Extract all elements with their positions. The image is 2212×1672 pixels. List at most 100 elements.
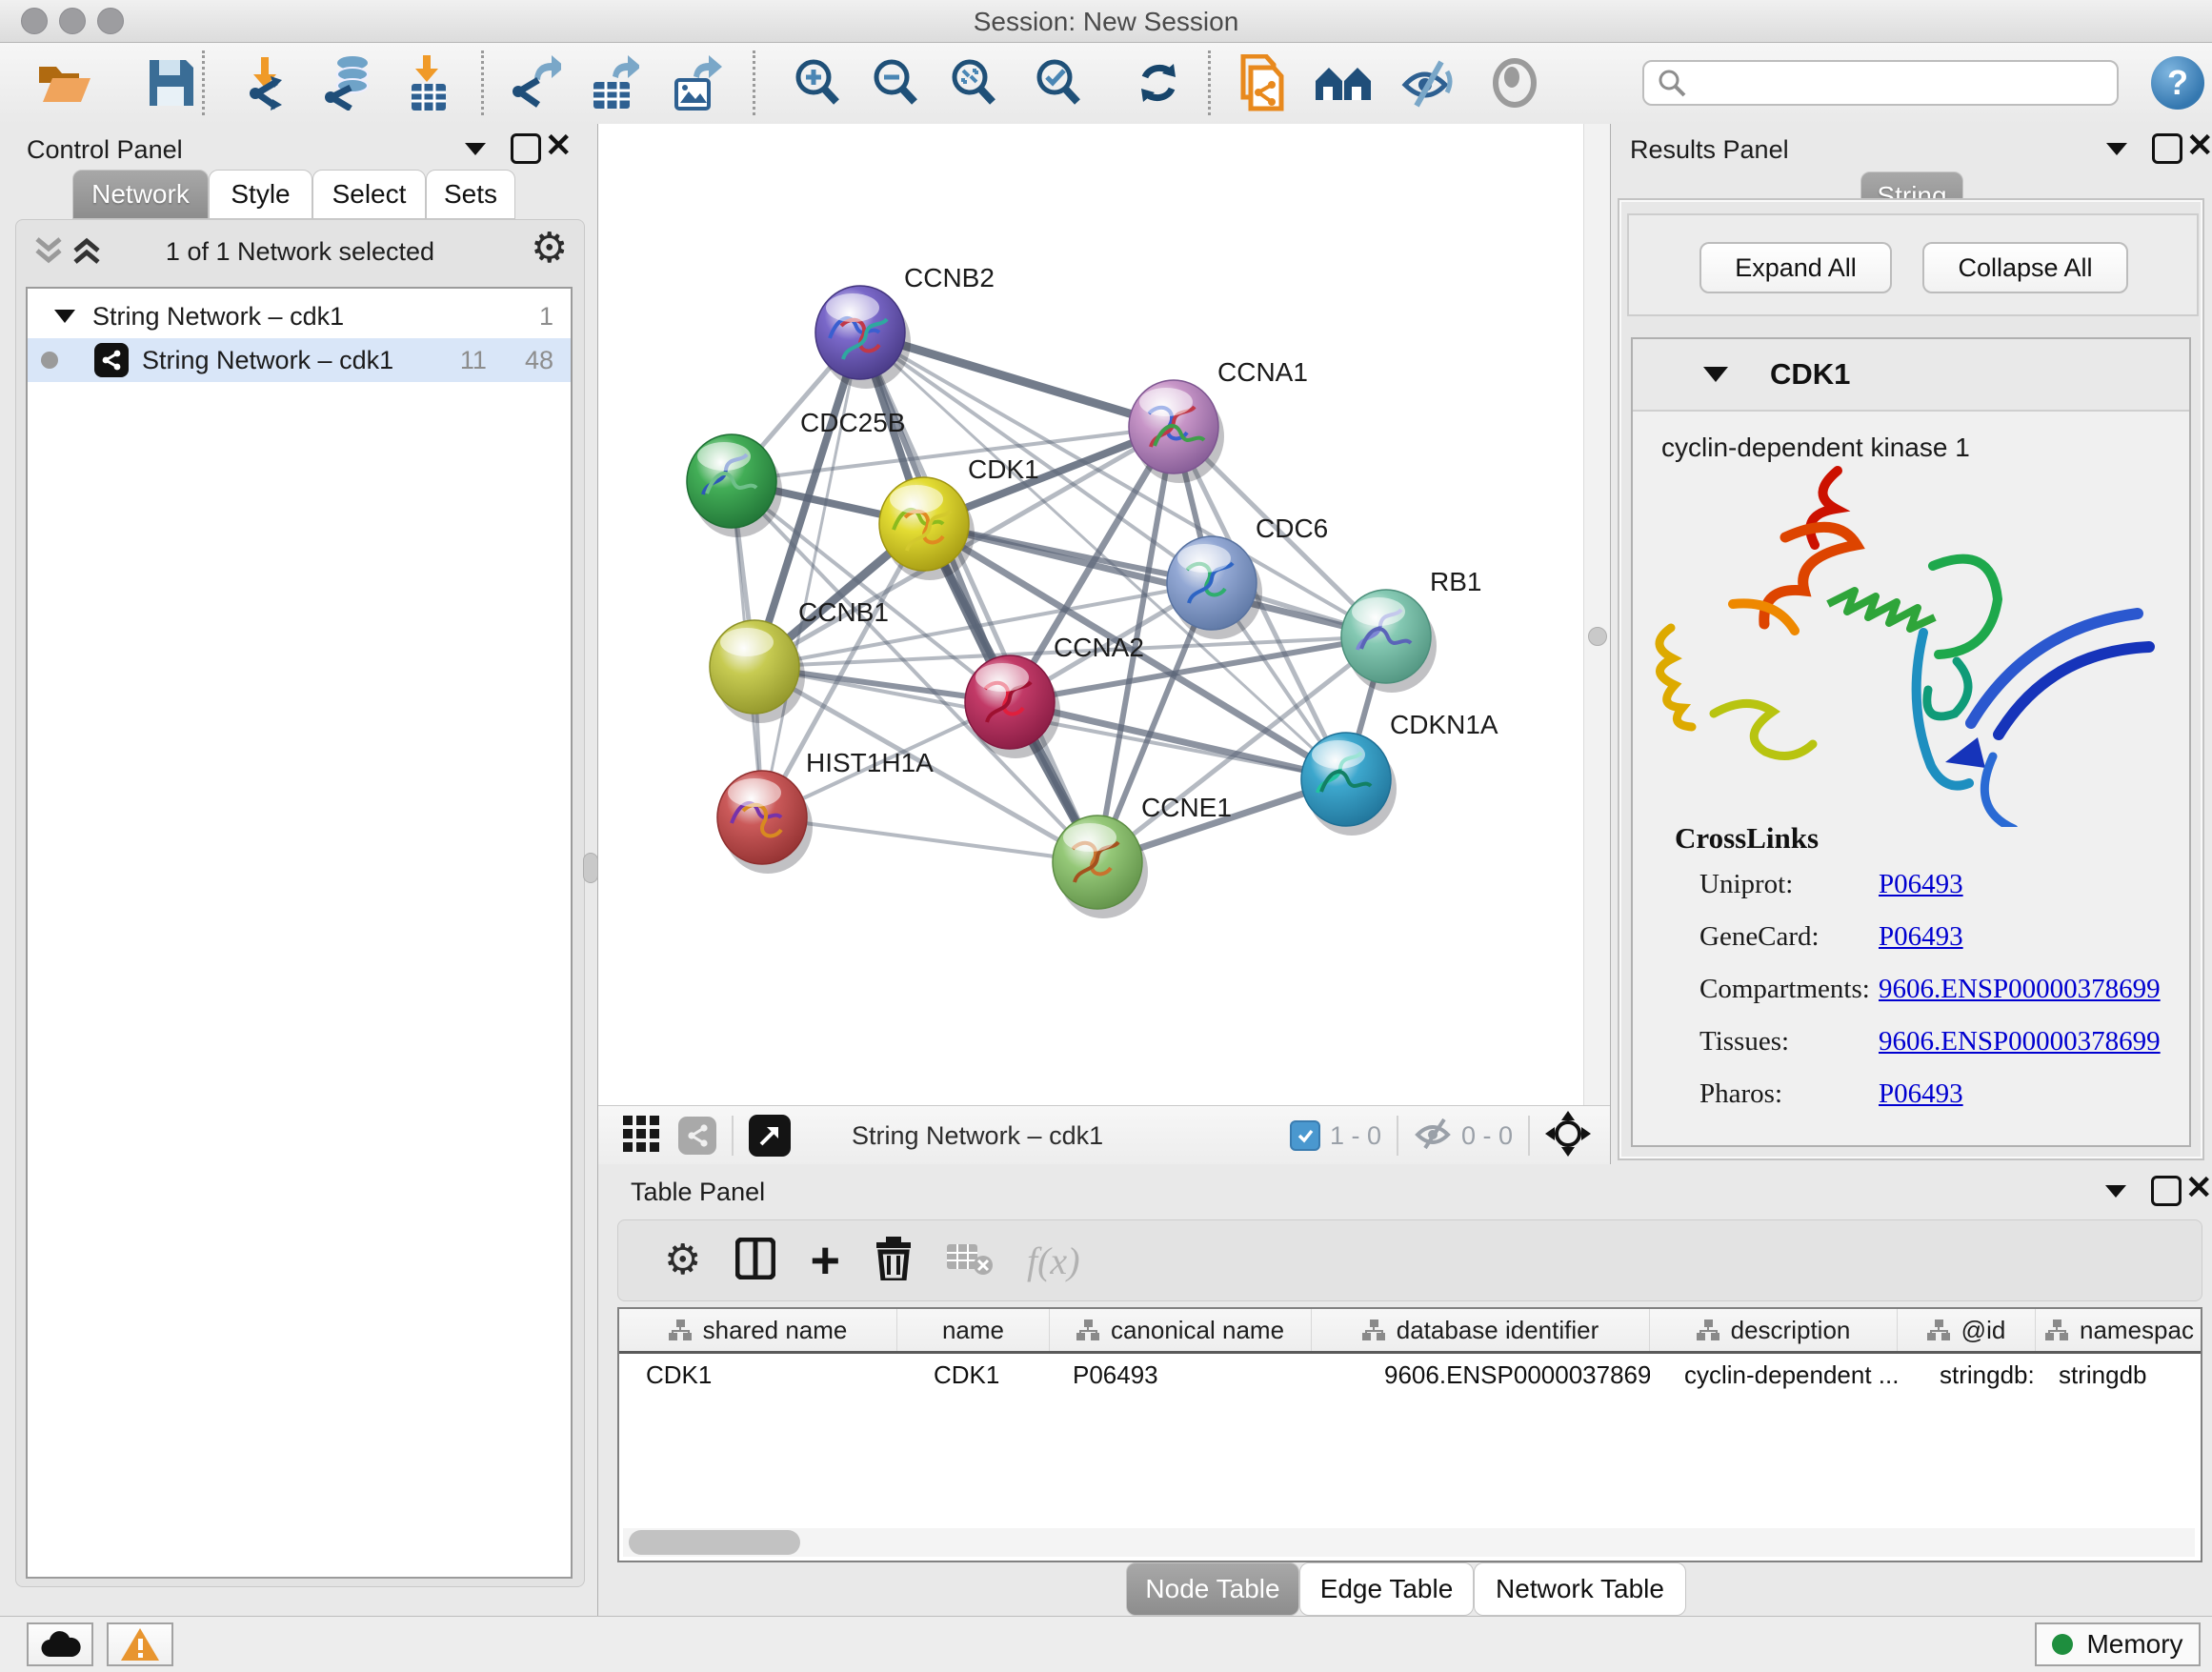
tab-network[interactable]: Network: [72, 170, 209, 219]
cell-canonical-name[interactable]: P06493: [1050, 1354, 1312, 1396]
cell-description[interactable]: cyclin-dependent ...: [1650, 1354, 1898, 1396]
warnings-button[interactable]: [107, 1622, 173, 1666]
network-canvas[interactable]: CCNB2CCNA1CDC25BCDK1CDC6RB1CCNB1CCNA2CDK…: [598, 124, 1610, 1105]
zoom-fit-icon[interactable]: [945, 54, 1002, 111]
column-header-description[interactable]: description: [1650, 1309, 1898, 1351]
column-header-namespac[interactable]: namespac: [2036, 1309, 2202, 1351]
crosslink-link[interactable]: P06493: [1879, 921, 1963, 953]
table-settings-gear-icon[interactable]: ⚙: [664, 1239, 701, 1281]
string-network-graph[interactable]: CCNB2CCNA1CDC25BCDK1CDC6RB1CCNB1CCNA2CDK…: [598, 124, 1583, 1105]
show-columns-icon[interactable]: [735, 1238, 775, 1284]
current-network-name: String Network – cdk1: [852, 1121, 1103, 1151]
table-horizontal-scrollbar[interactable]: [623, 1528, 2195, 1557]
table-panel-close-icon[interactable]: ✕: [2185, 1176, 2212, 1200]
cell-database-identifier[interactable]: 9606.ENSP00000378699: [1312, 1354, 1650, 1396]
column-header-canonical-name[interactable]: canonical name: [1050, 1309, 1312, 1351]
node-CDKN1A[interactable]: [1301, 733, 1397, 836]
column-header--id[interactable]: @id: [1898, 1309, 2036, 1351]
results-panel-float-icon[interactable]: [2152, 133, 2182, 164]
node-label-CCNE1: CCNE1: [1141, 793, 1232, 822]
table-row[interactable]: CDK1CDK1P064939606.ENSP00000378699cyclin…: [619, 1354, 2201, 1396]
search-input[interactable]: [1642, 60, 2119, 106]
crosslink-link[interactable]: P06493: [1879, 869, 1963, 900]
tree-expand-caret-icon[interactable]: [54, 310, 75, 323]
control-panel-close-icon[interactable]: ✕: [545, 133, 573, 158]
table-panel-float-icon[interactable]: [2151, 1176, 2182, 1206]
tab-network-table[interactable]: Network Table: [1474, 1562, 1686, 1616]
network-status-dot-icon: [41, 352, 58, 369]
tab-edge-table[interactable]: Edge Table: [1299, 1562, 1474, 1616]
delete-column-trash-icon[interactable]: [875, 1237, 913, 1285]
network-row[interactable]: String Network – cdk1 11 48: [28, 338, 571, 382]
open-in-new-window-icon[interactable]: [749, 1115, 791, 1157]
tab-style[interactable]: Style: [209, 170, 312, 219]
selected-checkbox-icon[interactable]: [1290, 1120, 1320, 1151]
open-session-icon[interactable]: [36, 54, 93, 111]
export-image-icon[interactable]: [667, 54, 724, 111]
zoom-selected-icon[interactable]: [1030, 54, 1087, 111]
copy-document-icon[interactable]: [1234, 54, 1291, 111]
selected-node-edge-counts: 1 - 0: [1330, 1121, 1381, 1151]
scrollbar-thumb[interactable]: [629, 1530, 800, 1555]
column-header-name[interactable]: name: [897, 1309, 1050, 1351]
toolbar-separator: [753, 50, 755, 115]
zoom-out-icon[interactable]: [867, 54, 924, 111]
string-protein-query-icon[interactable]: [1314, 54, 1371, 111]
tab-select[interactable]: Select: [312, 170, 426, 219]
cell-name[interactable]: CDK1: [897, 1354, 1050, 1396]
control-panel-menu-caret-icon[interactable]: [465, 143, 486, 155]
crosslink-link[interactable]: P06493: [1879, 1078, 1963, 1110]
node-CCNA2[interactable]: [965, 655, 1060, 758]
cloud-status-button[interactable]: [27, 1622, 93, 1666]
column-header-shared-name[interactable]: shared name: [619, 1309, 897, 1351]
crosslinks-list: Uniprot:P06493GeneCard:P06493Compartment…: [1633, 869, 2189, 1145]
node-CDC25B[interactable]: [687, 434, 782, 537]
import-network-from-file-icon[interactable]: [242, 54, 299, 111]
results-panel-close-icon[interactable]: ✕: [2186, 133, 2212, 158]
crosslink-link[interactable]: 9606.ENSP00000378699: [1879, 1026, 2161, 1058]
expand-all-button[interactable]: Expand All: [1699, 242, 1892, 293]
save-session-icon[interactable]: [143, 54, 200, 111]
cell-namespac[interactable]: stringdb: [2036, 1354, 2202, 1396]
node-CCNA1[interactable]: [1129, 380, 1224, 483]
splitter-handle[interactable]: [1588, 627, 1607, 646]
zoom-in-icon[interactable]: [789, 54, 846, 111]
node-RB1[interactable]: [1341, 590, 1437, 693]
refresh-icon[interactable]: [1130, 54, 1187, 111]
column-header-database-identifier[interactable]: database identifier: [1312, 1309, 1650, 1351]
entry-header[interactable]: CDK1: [1633, 339, 2189, 412]
export-table-icon[interactable]: [584, 54, 641, 111]
control-panel-splitter-handle[interactable]: [583, 853, 598, 883]
node-CCNB2[interactable]: [815, 286, 911, 389]
network-collection-row[interactable]: String Network – cdk1 1: [28, 294, 571, 338]
entry-collapse-caret-icon[interactable]: [1703, 367, 1728, 382]
memory-button[interactable]: Memory: [2035, 1622, 2201, 1666]
export-network-icon[interactable]: [506, 54, 563, 111]
control-panel-float-icon[interactable]: [511, 133, 541, 164]
help-button[interactable]: ?: [2151, 56, 2204, 110]
node-HIST1H1A[interactable]: [717, 771, 813, 874]
network-options-gear-icon[interactable]: ⚙: [531, 228, 568, 270]
node-CDC6[interactable]: [1167, 536, 1262, 639]
node-CDK1[interactable]: [879, 477, 975, 580]
tab-node-table[interactable]: Node Table: [1126, 1562, 1299, 1616]
center-view-crosshair-icon[interactable]: [1545, 1111, 1591, 1161]
cell-shared-name[interactable]: CDK1: [619, 1354, 897, 1396]
hidden-eye-slash-icon[interactable]: [1414, 1118, 1452, 1155]
import-table-from-file-icon[interactable]: [400, 54, 457, 111]
show-graphics-details-icon[interactable]: [1486, 54, 1543, 111]
crosslink-row: Uniprot:P06493: [1633, 869, 2189, 920]
results-panel-menu-caret-icon[interactable]: [2106, 143, 2127, 155]
table-toolbar: ⚙ + f(x): [617, 1219, 2202, 1301]
cell--id[interactable]: stringdb:9...: [1898, 1354, 2036, 1396]
birdseye-grid-icon[interactable]: [623, 1116, 659, 1157]
network-results-splitter[interactable]: [1583, 124, 1611, 1105]
add-column-plus-icon[interactable]: +: [810, 1239, 840, 1281]
crosslink-link[interactable]: 9606.ENSP00000378699: [1879, 974, 2161, 1005]
tab-sets[interactable]: Sets: [426, 170, 515, 219]
import-network-from-database-icon[interactable]: [322, 54, 379, 111]
table-panel-menu-caret-icon[interactable]: [2105, 1185, 2126, 1198]
edge-CCNB2-HIST1H1A[interactable]: [762, 332, 860, 817]
collapse-all-button[interactable]: Collapse All: [1922, 242, 2128, 293]
hide-graphics-details-icon[interactable]: [1398, 54, 1456, 111]
